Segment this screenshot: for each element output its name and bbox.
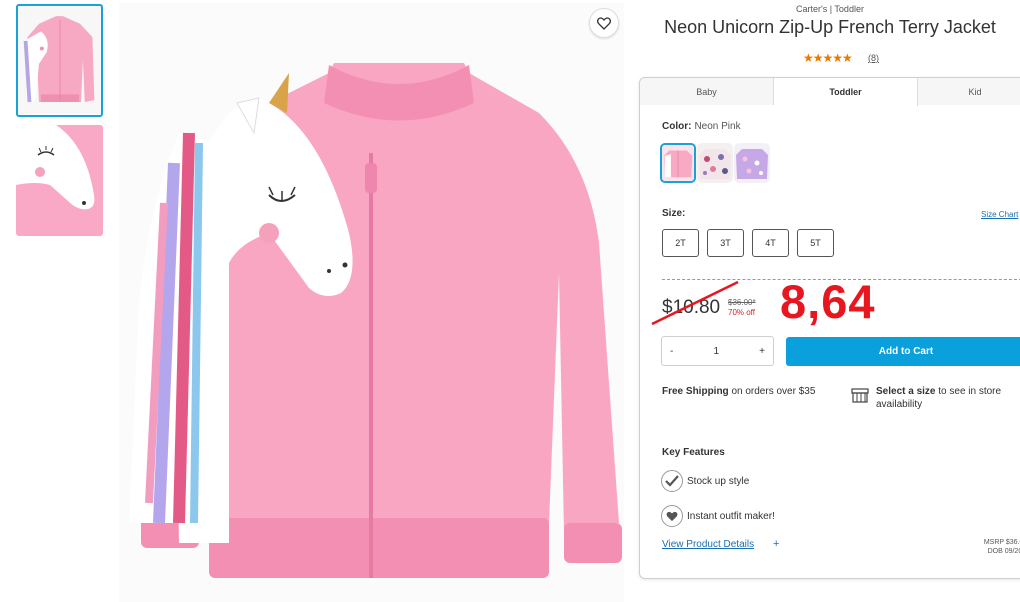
purple-unicorn-swatch[interactable] (734, 143, 770, 183)
expand-details-icon[interactable]: + (773, 538, 779, 550)
store-availability-bold: Select a size (876, 386, 936, 397)
neon-pink-swatch[interactable] (660, 143, 696, 183)
size-label: Size: (662, 208, 686, 219)
review-count-link[interactable]: (8) (868, 53, 879, 63)
checkmark-icon (661, 470, 683, 492)
purchase-panel: Baby Toddler Kid Color: Neon Pink Size: … (639, 77, 1020, 579)
msrp-value: MSRP $36.00* (983, 539, 1020, 546)
brand-breadcrumb[interactable]: Carter's | Toddler (640, 4, 1020, 14)
dob-value: DOB 09/2019 (987, 548, 1020, 555)
size-option-2t[interactable]: 2T (662, 229, 699, 257)
main-product-image (119, 3, 624, 602)
sale-price: $10.80 (662, 297, 721, 318)
color-value: Neon Pink (694, 121, 741, 132)
size-option-4t[interactable]: 4T (752, 229, 789, 257)
feature-label: Instant outfit maker! (687, 510, 775, 522)
size-option-5t[interactable]: 5T (797, 229, 834, 257)
handwritten-price-annotation: 8,64 (780, 275, 876, 328)
msrp-info: MSRP $36.00* DOB 09/2019 (960, 538, 1020, 556)
purple-unicorn-swatch-icon (734, 143, 770, 183)
size-chart-link[interactable]: Size Chart (981, 210, 1018, 219)
star-rating: ★★★★★ (803, 51, 853, 65)
store-availability-info: Select a size to see in store availabili… (876, 385, 1020, 411)
tab-kid[interactable]: Kid (918, 78, 1020, 105)
thumbnail-jacket-front[interactable] (16, 4, 103, 117)
quantity-decrease-button[interactable]: - (670, 346, 673, 357)
age-tabs: Baby Toddler Kid (640, 78, 1020, 106)
jacket-front-thumbnail-icon (18, 6, 101, 115)
color-label: Color: (662, 121, 692, 132)
size-option-3t[interactable]: 3T (707, 229, 744, 257)
heart-icon (597, 16, 611, 30)
unicorn-closeup-thumbnail-icon (16, 125, 103, 236)
add-to-cart-button[interactable]: Add to Cart (786, 337, 1020, 366)
quantity-stepper: - 1 + (661, 336, 774, 366)
color-label-row: Color: Neon Pink (662, 121, 741, 132)
thumbnail-unicorn-closeup[interactable] (16, 125, 103, 236)
floral-print-swatch[interactable] (697, 143, 733, 183)
feature-item: Stock up style (661, 470, 749, 492)
store-icon (851, 388, 869, 403)
free-shipping-rest: on orders over $35 (728, 386, 816, 397)
feature-item: Instant outfit maker! (661, 505, 775, 527)
discount-percent: 70% off (728, 308, 755, 317)
free-shipping-bold: Free Shipping (662, 386, 729, 397)
quantity-value[interactable]: 1 (713, 346, 719, 357)
neon-pink-swatch-icon (662, 145, 694, 181)
floral-print-swatch-icon (697, 143, 733, 183)
favorite-button[interactable] (589, 8, 619, 38)
quantity-increase-button[interactable]: + (759, 346, 765, 357)
pink-unicorn-jacket-image-icon (119, 3, 624, 602)
heart-badge-icon (661, 505, 683, 527)
product-title: Neon Unicorn Zip-Up French Terry Jacket (664, 17, 996, 37)
free-shipping-info: Free Shipping on orders over $35 (662, 385, 832, 398)
feature-label: Stock up style (687, 475, 750, 487)
original-price: $36.00* (728, 298, 756, 307)
tab-toddler[interactable]: Toddler (774, 78, 918, 106)
tab-baby[interactable]: Baby (640, 78, 774, 105)
key-features-title: Key Features (662, 447, 725, 458)
view-product-details-link[interactable]: View Product Details (662, 539, 754, 550)
